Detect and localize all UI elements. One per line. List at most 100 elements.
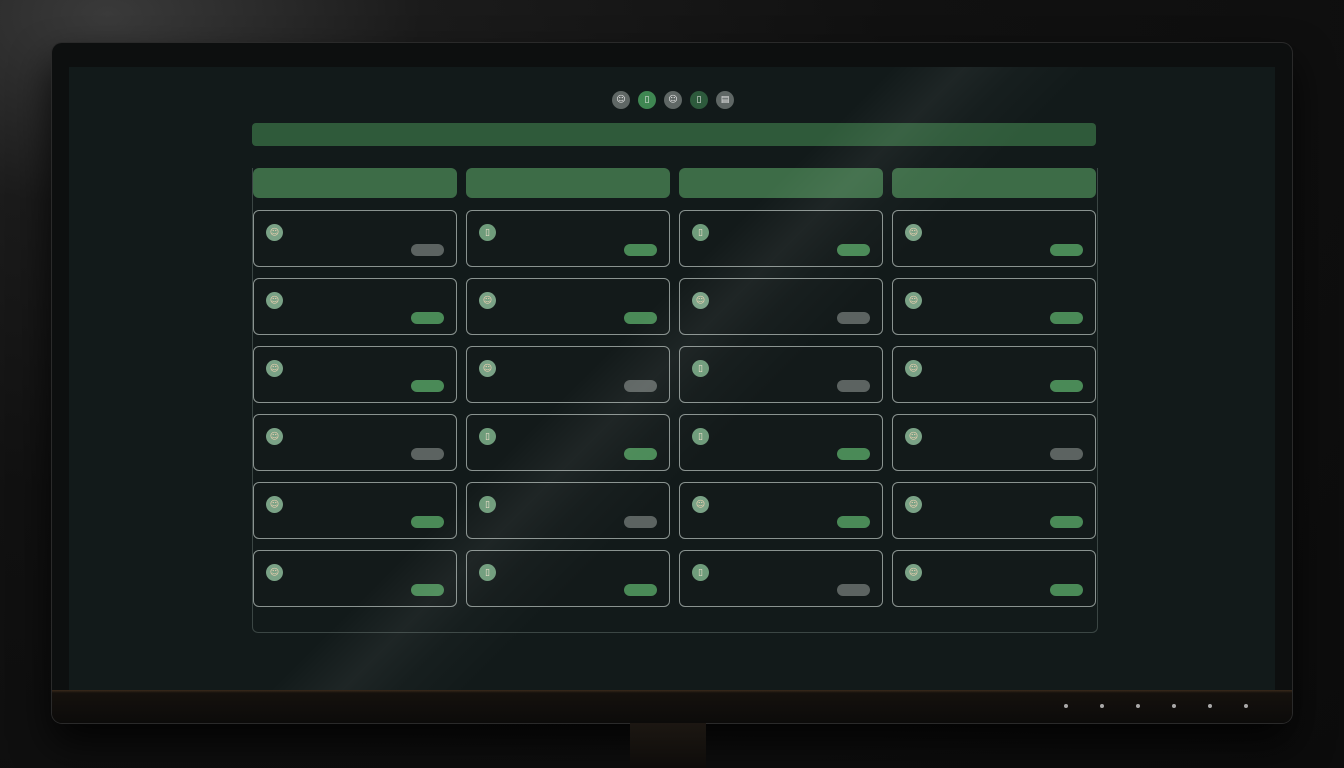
avatar: ☺ (905, 496, 922, 513)
task-card[interactable]: ☺ (253, 482, 457, 539)
column-header[interactable] (892, 168, 1096, 198)
monitor-bezel (52, 690, 1292, 723)
status-badge[interactable] (1050, 312, 1083, 324)
status-badge[interactable] (837, 244, 870, 256)
status-badge[interactable] (1050, 516, 1083, 528)
avatar: ☺ (692, 292, 709, 309)
task-card[interactable]: ☺ (892, 346, 1096, 403)
avatar: ☺ (905, 292, 922, 309)
list-icon[interactable]: ▤ (716, 91, 734, 109)
task-card[interactable]: ▯ (679, 346, 883, 403)
avatar: ☺ (266, 496, 283, 513)
task-card[interactable]: ☺ (466, 278, 670, 335)
status-badge[interactable] (624, 312, 657, 324)
status-badge[interactable] (624, 584, 657, 596)
avatar: ☺ (479, 292, 496, 309)
task-card[interactable]: ☺ (253, 550, 457, 607)
document-icon: ▯ (692, 360, 709, 377)
board-column: ▯ ☺ ☺ ▯ ▯ ▯ (466, 168, 670, 618)
column-header[interactable] (253, 168, 457, 198)
avatar: ☺ (905, 224, 922, 241)
avatar: ☺ (266, 428, 283, 445)
task-card[interactable]: ☺ (892, 278, 1096, 335)
status-badge[interactable] (624, 380, 657, 392)
avatar: ☺ (266, 292, 283, 309)
avatar: ☺ (905, 428, 922, 445)
status-badge[interactable] (411, 516, 444, 528)
task-card[interactable]: ☺ (892, 482, 1096, 539)
task-card[interactable]: ☺ (253, 346, 457, 403)
avatar: ☺ (479, 360, 496, 377)
monitor-buttons (1064, 704, 1248, 708)
task-card[interactable]: ☺ (679, 278, 883, 335)
status-badge[interactable] (1050, 244, 1083, 256)
document-icon[interactable]: ▯ (638, 91, 656, 109)
board-column: ☺ ☺ ☺ ☺ ☺ ☺ (892, 168, 1096, 618)
top-icon-bar: ☺ ▯ ☺ ▯ ▤ (612, 91, 734, 109)
monitor-button[interactable] (1172, 704, 1176, 708)
document-icon: ▯ (479, 428, 496, 445)
status-badge[interactable] (837, 516, 870, 528)
screen: ☺ ▯ ☺ ▯ ▤ ☺ ☺ ☺ ☺ ☺ ☺ ▯ ☺ ☺ ▯ ▯ ▯ ▯ ☺ ▯ ▯ ☺ ▯ ☺ ☺ ☺ ☺ ☺ ☺ (69, 67, 1275, 690)
status-badge[interactable] (411, 244, 444, 256)
page-banner (252, 123, 1096, 146)
avatar: ☺ (266, 564, 283, 581)
task-card[interactable]: ☺ (253, 278, 457, 335)
document-icon: ▯ (479, 224, 496, 241)
profile-icon[interactable]: ☺ (664, 91, 682, 109)
monitor-button[interactable] (1136, 704, 1140, 708)
status-badge[interactable] (837, 584, 870, 596)
document-icon: ▯ (692, 564, 709, 581)
document-icon: ▯ (479, 496, 496, 513)
avatar: ☺ (905, 564, 922, 581)
status-badge[interactable] (624, 516, 657, 528)
column-header[interactable] (466, 168, 670, 198)
status-badge[interactable] (1050, 380, 1083, 392)
document-icon: ▯ (692, 428, 709, 445)
power-button[interactable] (1244, 704, 1248, 708)
document-icon: ▯ (692, 224, 709, 241)
task-card[interactable]: ▯ (466, 482, 670, 539)
task-card[interactable]: ▯ (679, 550, 883, 607)
status-badge[interactable] (837, 448, 870, 460)
document-icon: ▯ (479, 564, 496, 581)
task-card[interactable]: ☺ (253, 210, 457, 267)
status-badge[interactable] (411, 312, 444, 324)
monitor-button[interactable] (1208, 704, 1212, 708)
monitor-button[interactable] (1064, 704, 1068, 708)
status-badge[interactable] (411, 380, 444, 392)
monitor: ☺ ▯ ☺ ▯ ▤ ☺ ☺ ☺ ☺ ☺ ☺ ▯ ☺ ☺ ▯ ▯ ▯ ▯ ☺ ▯ ▯ ☺ ▯ ☺ ☺ ☺ ☺ ☺ ☺ (52, 43, 1292, 723)
task-card[interactable]: ☺ (892, 414, 1096, 471)
column-header[interactable] (679, 168, 883, 198)
task-card[interactable]: ☺ (892, 550, 1096, 607)
avatar: ☺ (905, 360, 922, 377)
status-badge[interactable] (837, 380, 870, 392)
status-badge[interactable] (1050, 448, 1083, 460)
task-card[interactable]: ☺ (253, 414, 457, 471)
status-badge[interactable] (837, 312, 870, 324)
status-badge[interactable] (624, 244, 657, 256)
board-columns: ☺ ☺ ☺ ☺ ☺ ☺ ▯ ☺ ☺ ▯ ▯ ▯ ▯ ☺ ▯ ▯ ☺ ▯ ☺ ☺ ☺ ☺ ☺ ☺ (253, 168, 1097, 618)
status-badge[interactable] (411, 448, 444, 460)
task-card[interactable]: ☺ (679, 482, 883, 539)
task-card[interactable]: ☺ (892, 210, 1096, 267)
avatar: ☺ (692, 496, 709, 513)
board-column: ▯ ☺ ▯ ▯ ☺ ▯ (679, 168, 883, 618)
status-badge[interactable] (624, 448, 657, 460)
avatar: ☺ (266, 360, 283, 377)
board-column: ☺ ☺ ☺ ☺ ☺ ☺ (253, 168, 457, 618)
task-card[interactable]: ▯ (679, 210, 883, 267)
task-card[interactable]: ▯ (466, 210, 670, 267)
task-card[interactable]: ▯ (466, 414, 670, 471)
task-card[interactable]: ☺ (466, 346, 670, 403)
task-card[interactable]: ▯ (466, 550, 670, 607)
kanban-board: ☺ ☺ ☺ ☺ ☺ ☺ ▯ ☺ ☺ ▯ ▯ ▯ ▯ ☺ ▯ ▯ ☺ ▯ ☺ ☺ ☺ ☺ ☺ ☺ (252, 168, 1098, 633)
task-card[interactable]: ▯ (679, 414, 883, 471)
status-badge[interactable] (411, 584, 444, 596)
user-avatar-icon[interactable]: ☺ (612, 91, 630, 109)
monitor-stand (630, 723, 706, 768)
status-badge[interactable] (1050, 584, 1083, 596)
note-icon[interactable]: ▯ (690, 91, 708, 109)
avatar: ☺ (266, 224, 283, 241)
monitor-button[interactable] (1100, 704, 1104, 708)
